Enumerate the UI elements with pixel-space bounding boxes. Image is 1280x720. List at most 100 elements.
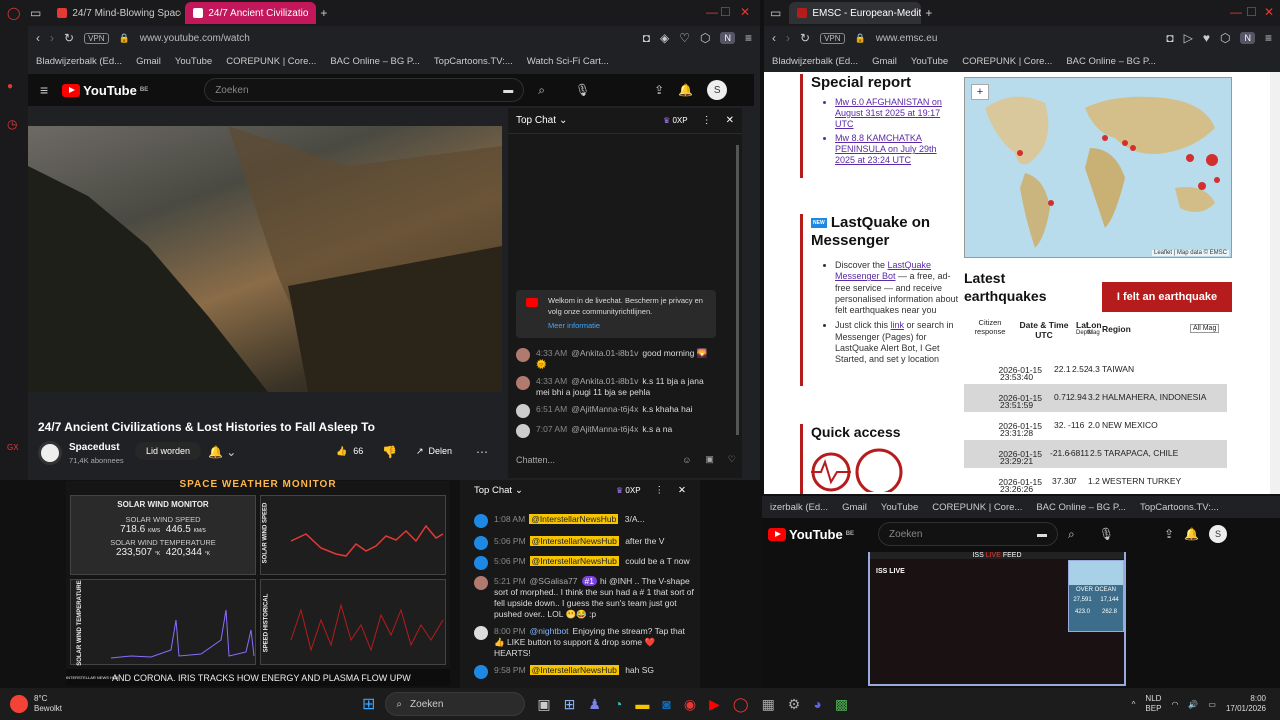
bookmark-item[interactable]: Watch Sci-Fi Cart... bbox=[527, 56, 609, 67]
start-windows-icon[interactable]: ⊞ bbox=[362, 694, 375, 714]
url-field[interactable]: www.emsc.eu bbox=[876, 33, 1157, 44]
discord-icon[interactable]: ◕ bbox=[813, 696, 821, 713]
more-options-icon[interactable]: ⋯ bbox=[476, 446, 488, 458]
account-avatar[interactable]: S bbox=[1209, 525, 1228, 543]
microphone-icon[interactable]: 🎙 bbox=[575, 84, 590, 96]
special-report-link[interactable]: Mw 8.8 KAMCHATKA PENINSULA on July 29th … bbox=[835, 133, 950, 165]
window-maximize-icon[interactable]: ☐ bbox=[720, 6, 731, 18]
youtube-app-icon[interactable]: ▶ bbox=[709, 696, 720, 713]
search-icon[interactable]: ⌕ bbox=[1068, 528, 1075, 540]
more-info-link[interactable]: Meer informatie bbox=[548, 321, 708, 332]
tab-switch-icon[interactable]: ▭ bbox=[770, 7, 781, 19]
battery-icon[interactable]: ▭ bbox=[1208, 700, 1216, 709]
bookmark-item[interactable]: BAC Online – BG P... bbox=[1036, 502, 1126, 513]
heart-icon[interactable]: ♡ bbox=[728, 454, 736, 465]
bookmark-item[interactable]: Bladwijzerbalk (Ed... bbox=[772, 56, 858, 67]
quick-access-icons[interactable] bbox=[811, 442, 930, 494]
window-minimize-icon[interactable]: — bbox=[1230, 6, 1242, 18]
shield-icon[interactable]: ◈ bbox=[660, 32, 669, 44]
chevron-down-icon[interactable]: ⌄ bbox=[515, 485, 523, 496]
profile-avatar[interactable]: N bbox=[1240, 32, 1255, 44]
share-button[interactable]: ↗ Delen bbox=[416, 446, 452, 457]
bookmark-item[interactable]: BAC Online – BG P... bbox=[330, 56, 420, 67]
iss-video-player[interactable]: ISS LIVE FEED ISS LIVE OVER OCEAN 27,591… bbox=[868, 552, 1126, 686]
join-button[interactable]: Lid worden bbox=[135, 442, 202, 460]
chat-scrollbar[interactable] bbox=[736, 145, 739, 435]
camera-icon[interactable]: ◘ bbox=[1166, 32, 1173, 44]
youtube-search-input[interactable]: Zoeken ▬ bbox=[878, 522, 1059, 546]
weather-widget[interactable]: 8°C Bewolkt bbox=[34, 694, 62, 713]
bell-icon[interactable]: 🔔 bbox=[1184, 528, 1199, 540]
keyboard-icon[interactable]: ▬ bbox=[503, 85, 513, 96]
bookmark-item[interactable]: izerbalk (Ed... bbox=[770, 502, 828, 513]
bookmark-item[interactable]: TopCartoons.TV:... bbox=[434, 56, 513, 67]
chrome-icon[interactable]: ◉ bbox=[684, 696, 696, 713]
bookmark-item[interactable]: YouTube bbox=[175, 56, 212, 67]
gx-icon[interactable]: GX bbox=[7, 443, 19, 452]
bookmark-item[interactable]: BAC Online – BG P... bbox=[1066, 56, 1156, 67]
bookmark-item[interactable]: YouTube bbox=[881, 502, 918, 513]
reload-icon[interactable]: ↻ bbox=[64, 32, 74, 44]
notification-bell-icon[interactable]: 🔔 ⌄ bbox=[208, 446, 236, 458]
page-scrollbar[interactable] bbox=[1270, 72, 1280, 494]
outlook-icon[interactable]: ◙ bbox=[662, 696, 670, 713]
edge-icon[interactable]: ◔ bbox=[614, 696, 622, 713]
explorer-icon[interactable]: ▬ bbox=[635, 696, 649, 713]
tab-emsc[interactable]: EMSC - European-Mediter bbox=[789, 2, 922, 24]
new-tab-icon[interactable]: + bbox=[320, 7, 327, 19]
bookmark-item[interactable]: Gmail bbox=[842, 502, 867, 513]
settings-icon[interactable]: ⚙ bbox=[788, 696, 801, 713]
bell-icon[interactable]: 🔔 bbox=[678, 84, 693, 96]
chat-menu-icon[interactable]: ⋮ bbox=[655, 485, 665, 496]
bookmark-item[interactable]: TopCartoons.TV:... bbox=[1140, 502, 1219, 513]
account-avatar[interactable]: S bbox=[707, 80, 728, 100]
keyboard-icon[interactable]: ▬ bbox=[1037, 529, 1047, 540]
play-icon[interactable]: ▷ bbox=[1184, 32, 1193, 44]
vpn-badge[interactable]: VPN bbox=[84, 32, 109, 44]
like-button[interactable]: 👍 66 bbox=[336, 446, 363, 457]
window-maximize-icon[interactable]: ☐ bbox=[1246, 6, 1257, 18]
super-chat-icon[interactable]: ▣ bbox=[705, 454, 714, 465]
tab-switch-icon[interactable]: ▭ bbox=[30, 7, 41, 19]
url-field[interactable]: www.youtube.com/watch bbox=[140, 33, 633, 44]
history-icon[interactable]: ● bbox=[7, 82, 13, 92]
chevron-up-icon[interactable]: ^ bbox=[1132, 700, 1136, 709]
taskbar-search[interactable]: ⌕ Zoeken bbox=[385, 692, 526, 716]
clock-icon[interactable]: ◷ bbox=[7, 118, 17, 130]
forward-icon[interactable]: › bbox=[786, 32, 790, 44]
back-icon[interactable]: ‹ bbox=[36, 32, 40, 44]
bookmark-item[interactable]: YouTube bbox=[911, 56, 948, 67]
bookmark-item[interactable]: COREPUNK | Core... bbox=[226, 56, 316, 67]
youtube-logo[interactable]: YouTube BE bbox=[768, 527, 854, 542]
tab-ancient[interactable]: 24/7 Ancient Civilizatio bbox=[185, 2, 317, 24]
reload-icon[interactable]: ↻ bbox=[800, 32, 810, 44]
chevron-down-icon[interactable]: ⌄ bbox=[559, 115, 567, 126]
upload-icon[interactable]: ⇪ bbox=[654, 84, 664, 96]
opera-icon[interactable]: ◯ bbox=[7, 7, 20, 19]
teams-icon[interactable]: ♟ bbox=[588, 696, 601, 713]
chat-input[interactable]: Chatten... ☺ ▣ ♡ bbox=[516, 454, 736, 465]
heart-icon[interactable]: ♡ bbox=[679, 32, 690, 44]
calculator-icon[interactable]: ▦ bbox=[762, 696, 775, 713]
task-view-icon[interactable]: ▣ bbox=[537, 696, 550, 713]
window-minimize-icon[interactable]: — bbox=[706, 6, 718, 18]
bookmark-item[interactable]: Gmail bbox=[136, 56, 161, 67]
youtube-logo[interactable]: YouTube BE bbox=[62, 83, 148, 98]
menu-icon[interactable]: ≡ bbox=[1265, 32, 1272, 44]
upload-icon[interactable]: ⇪ bbox=[1164, 528, 1174, 540]
widgets-icon[interactable]: ⊞ bbox=[564, 696, 576, 713]
chat-menu-icon[interactable]: ⋮ bbox=[702, 115, 712, 126]
heart-icon[interactable]: ♥ bbox=[1203, 32, 1210, 44]
zoom-in-button[interactable]: + bbox=[971, 84, 989, 100]
bookmark-item[interactable]: Gmail bbox=[872, 56, 897, 67]
channel-avatar[interactable] bbox=[38, 441, 62, 465]
hamburger-icon[interactable]: ≡ bbox=[40, 83, 48, 97]
profile-avatar[interactable]: N bbox=[720, 32, 735, 44]
video-player[interactable] bbox=[28, 126, 502, 392]
weather-icon[interactable] bbox=[10, 695, 28, 713]
search-icon[interactable]: ⌕ bbox=[538, 84, 545, 96]
magnitude-filter[interactable]: All Mag bbox=[1190, 324, 1220, 333]
vpn-badge[interactable]: VPN bbox=[820, 32, 845, 44]
tab-space[interactable]: 24/7 Mind-Blowing Space bbox=[49, 2, 181, 24]
menu-icon[interactable]: ≡ bbox=[745, 32, 752, 44]
